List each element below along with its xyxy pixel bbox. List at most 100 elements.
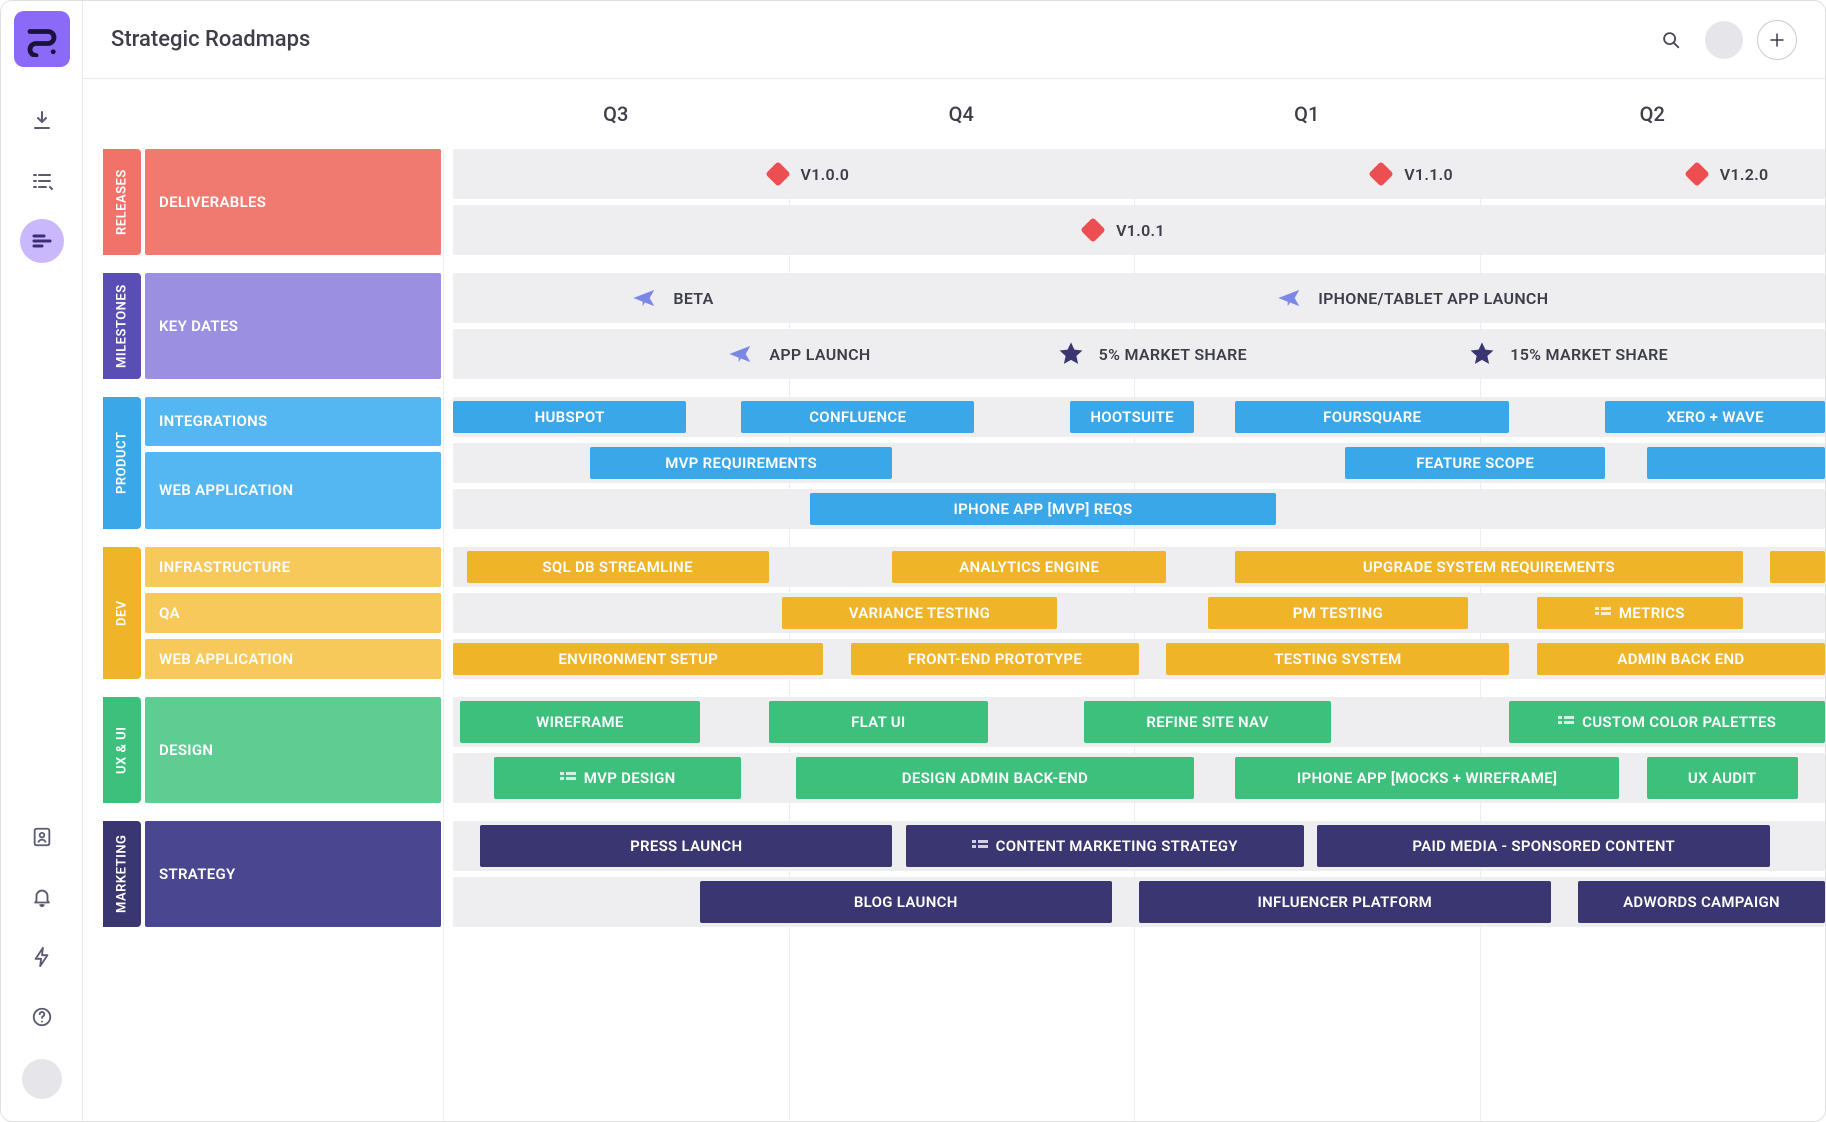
- roadmap-bar[interactable]: ENVIRONMENT SETUP: [453, 643, 823, 675]
- roadmap-bar[interactable]: MVP DESIGN: [494, 757, 741, 799]
- bar-label: REFINE SITE NAV: [1146, 713, 1268, 731]
- roadmap-bar[interactable]: UX AUDIT: [1647, 757, 1798, 799]
- nav-help[interactable]: [20, 995, 64, 1039]
- topbar-avatar[interactable]: [1705, 21, 1743, 59]
- bar-label: UPGRADE SYSTEM REQUIREMENTS: [1363, 558, 1615, 576]
- search-icon: [1660, 29, 1682, 51]
- roadmap-bar[interactable]: INFLUENCER PLATFORM: [1139, 881, 1551, 923]
- bar-label: ADWORDS CAMPAIGN: [1623, 893, 1780, 911]
- swimlane-tab[interactable]: DEV: [103, 547, 141, 679]
- swimlane-tab[interactable]: RELEASES: [103, 149, 141, 255]
- nav-contacts[interactable]: [20, 815, 64, 859]
- timeline-row: SQL DB STREAMLINE ANALYTICS ENGINE UPGRADE…: [453, 547, 1825, 587]
- roadmap-bar[interactable]: CUSTOM COLOR PALETTES: [1509, 701, 1825, 743]
- swimlane-tab[interactable]: UX & UI: [103, 697, 141, 803]
- timeline-row: MVP REQUIREMENTS FEATURE SCOPE: [453, 443, 1825, 483]
- roadmap-bar[interactable]: [1770, 551, 1825, 583]
- swimlane-tab[interactable]: MARKETING: [103, 821, 141, 927]
- milestone-marker[interactable]: BETA: [631, 273, 713, 323]
- timeline-row: BETA IPHONE/TABLET APP LAUNCH: [453, 273, 1825, 323]
- timeline-columns-header: Q3Q4Q1Q2: [103, 79, 1825, 149]
- roadmap-bar[interactable]: CONTENT MARKETING STRATEGY: [906, 825, 1304, 867]
- roadmap-bar[interactable]: HUBSPOT: [453, 401, 686, 433]
- roadmap-bar[interactable]: BLOG LAUNCH: [700, 881, 1112, 923]
- swimlane-group[interactable]: STRATEGY: [145, 821, 441, 927]
- bar-label: MVP DESIGN: [584, 769, 676, 787]
- roadmap-bar[interactable]: SQL DB STREAMLINE: [467, 551, 769, 583]
- bar-label: BLOG LAUNCH: [854, 893, 958, 911]
- timeline-row: BLOG LAUNCH INFLUENCER PLATFORM ADWORDS CA…: [453, 877, 1825, 927]
- marker-label: 15% MARKET SHARE: [1510, 345, 1668, 364]
- roadmap-bar[interactable]: FOURSQUARE: [1235, 401, 1509, 433]
- bar-label: CONFLUENCE: [809, 408, 906, 426]
- nav-roadmap[interactable]: [20, 219, 64, 263]
- marker-label: APP LAUNCH: [769, 345, 870, 364]
- search-button[interactable]: [1651, 20, 1691, 60]
- roadmap-bar[interactable]: TESTING SYSTEM: [1166, 643, 1509, 675]
- timeline-row: APP LAUNCH 5% MARKET SHARE 15% MARKET SHAR…: [453, 329, 1825, 379]
- plane-icon: [1276, 284, 1304, 312]
- roadmap-bar[interactable]: DESIGN ADMIN BACK-END: [796, 757, 1194, 799]
- roadmap-bar[interactable]: ADWORDS CAMPAIGN: [1578, 881, 1825, 923]
- diamond-icon: [1372, 165, 1390, 183]
- milestone-marker[interactable]: 5% MARKET SHARE: [1057, 329, 1247, 379]
- roadmap-bar[interactable]: PM TESTING: [1208, 597, 1469, 629]
- marker-label: 5% MARKET SHARE: [1099, 345, 1247, 364]
- swimlane-group[interactable]: KEY DATES: [145, 273, 441, 379]
- add-button[interactable]: [1757, 20, 1797, 60]
- roadmap-bar[interactable]: MVP REQUIREMENTS: [590, 447, 892, 479]
- milestone-marker[interactable]: V1.2.0: [1688, 149, 1769, 199]
- milestone-marker[interactable]: IPHONE/TABLET APP LAUNCH: [1276, 273, 1548, 323]
- app-logo[interactable]: [14, 11, 70, 67]
- roadmap-bar[interactable]: FRONT-END PROTOTYPE: [851, 643, 1139, 675]
- swimlane-group[interactable]: DELIVERABLES: [145, 149, 441, 255]
- swimlane-group[interactable]: WEB APPLICATION: [145, 639, 441, 679]
- timeline-body: RELEASESDELIVERABLES V1.0.0 V1.1.0 V1.2.0 V1…: [103, 149, 1825, 1121]
- timeline-column: Q4: [789, 102, 1135, 126]
- roadmap-bar[interactable]: PAID MEDIA - SPONSORED CONTENT: [1317, 825, 1770, 867]
- logo-icon: [24, 21, 60, 57]
- milestone-marker[interactable]: V1.0.0: [769, 149, 850, 199]
- roadmap-bar[interactable]: ANALYTICS ENGINE: [892, 551, 1166, 583]
- milestone-marker[interactable]: 15% MARKET SHARE: [1468, 329, 1668, 379]
- roadmap-bar[interactable]: FEATURE SCOPE: [1345, 447, 1606, 479]
- roadmap-bar[interactable]: IPHONE APP [MVP] REQS: [810, 493, 1276, 525]
- roadmap-bar[interactable]: XERO + WAVE: [1605, 401, 1825, 433]
- timeline-row: ENVIRONMENT SETUP FRONT-END PROTOTYPE TEST…: [453, 639, 1825, 679]
- roadmap-bar[interactable]: FLAT UI: [769, 701, 989, 743]
- timeline-row: MVP DESIGN DESIGN ADMIN BACK-END IPHONE AP…: [453, 753, 1825, 803]
- milestone-marker[interactable]: V1.1.0: [1372, 149, 1453, 199]
- roadmap-bar[interactable]: WIREFRAME: [460, 701, 700, 743]
- contact-icon: [31, 826, 53, 848]
- swimlane-group[interactable]: DESIGN: [145, 697, 441, 803]
- nav-notifications[interactable]: [20, 875, 64, 919]
- bar-label: IPHONE APP [MOCKS + WIREFRAME]: [1297, 769, 1557, 787]
- roadmap-bar[interactable]: REFINE SITE NAV: [1084, 701, 1331, 743]
- roadmap-bar[interactable]: [1647, 447, 1825, 479]
- roadmap-bar[interactable]: PRESS LAUNCH: [480, 825, 892, 867]
- milestone-marker[interactable]: V1.0.1: [1084, 205, 1165, 255]
- nav-import[interactable]: [20, 99, 64, 143]
- marker-label: IPHONE/TABLET APP LAUNCH: [1318, 289, 1548, 308]
- swimlane-group[interactable]: INTEGRATIONS: [145, 397, 441, 446]
- marker-label: BETA: [673, 289, 713, 308]
- roadmap-bar[interactable]: HOOTSUITE: [1070, 401, 1193, 433]
- rail-avatar[interactable]: [22, 1059, 62, 1099]
- roadmap-bar[interactable]: ADMIN BACK END: [1537, 643, 1825, 675]
- swimlane-group[interactable]: WEB APPLICATION: [145, 452, 441, 529]
- swimlane-tab[interactable]: PRODUCT: [103, 397, 141, 529]
- roadmap-bar[interactable]: METRICS: [1537, 597, 1743, 629]
- help-icon: [31, 1006, 53, 1028]
- app-shell: Strategic Roadmaps Q3Q4Q1Q2 RELEASESDELI…: [0, 0, 1826, 1122]
- roadmap-bar[interactable]: VARIANCE TESTING: [782, 597, 1056, 629]
- roadmap-bar[interactable]: IPHONE APP [MOCKS + WIREFRAME]: [1235, 757, 1619, 799]
- timeline-row: V1.0.1: [453, 205, 1825, 255]
- swimlane-tab[interactable]: MILESTONES: [103, 273, 141, 379]
- swimlane-group[interactable]: INFRASTRUCTURE: [145, 547, 441, 587]
- milestone-marker[interactable]: APP LAUNCH: [727, 329, 870, 379]
- roadmap-bar[interactable]: UPGRADE SYSTEM REQUIREMENTS: [1235, 551, 1743, 583]
- nav-list[interactable]: [20, 159, 64, 203]
- nav-bolt[interactable]: [20, 935, 64, 979]
- roadmap-bar[interactable]: CONFLUENCE: [741, 401, 974, 433]
- swimlane-group[interactable]: QA: [145, 593, 441, 633]
